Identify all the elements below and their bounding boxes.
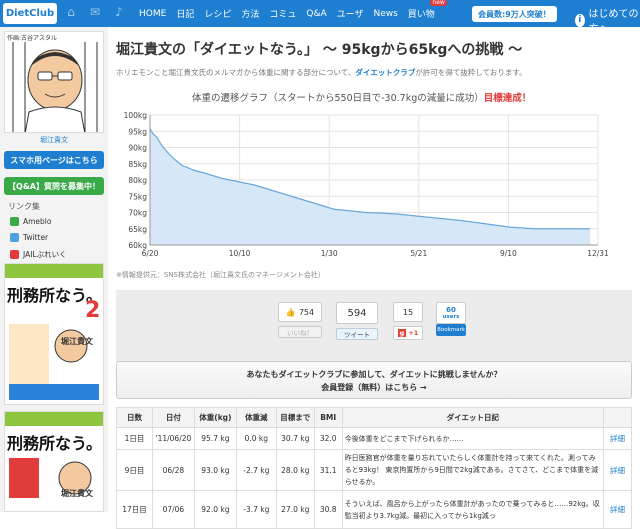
x-tick-label: 10/10: [229, 249, 251, 258]
nav-qa[interactable]: Q&A: [306, 9, 326, 19]
y-tick-label: 90kg: [128, 144, 147, 153]
google-plus-icon: g: [397, 329, 407, 337]
author-name-link[interactable]: 堀江貴文: [4, 135, 104, 145]
book-ad-prison-now[interactable]: 刑務所なう。 堀江貴文: [4, 411, 104, 512]
beginners-guide-link[interactable]: i はじめての方へ: [575, 5, 640, 35]
main-nav: HOME 日記 レシピ 方法 コミュ Q&A ユーザ News 買い物 new: [139, 0, 447, 27]
book-ad-prison-now-2[interactable]: 刑務所なう。 2 堀江貴文: [4, 263, 104, 405]
detail-link[interactable]: 詳細: [602, 449, 633, 491]
detail-link[interactable]: 詳細: [602, 427, 633, 450]
cartoon-face-illustration: [12, 42, 98, 132]
table-header-row: 日数 日付 体重(kg) 体重減 目標まで BMI ダイエット日記: [116, 407, 633, 428]
tweet-count: 594: [336, 302, 378, 324]
col-detail: [602, 407, 633, 428]
y-tick-label: 95kg: [128, 127, 147, 136]
page-subtitle: ホリエモンこと堀江貴文氏のメルマガから体重に関する部分について、ダイエットクラブ…: [116, 68, 527, 77]
facebook-like-button[interactable]: いいね！: [278, 326, 322, 338]
book2-cover-art: [9, 458, 92, 498]
hatena-bookmark-count: 60 users: [436, 302, 466, 324]
nav-recipe[interactable]: レシピ: [204, 7, 231, 20]
diet-diary-table: 日数 日付 体重(kg) 体重減 目標まで BMI ダイエット日記 1日目 '1…: [116, 407, 633, 529]
portrait-caption: 作画:古谷アスタル: [7, 35, 58, 42]
nav-news[interactable]: News: [373, 9, 397, 19]
top-navigation-bar: DietClub ⌂ ✉ ♪ HOME 日記 レシピ 方法 コミュ Q&A ユー…: [0, 0, 640, 35]
qa-question-button[interactable]: 【Q&A】質問を募集中！: [4, 177, 104, 195]
top-icons: ⌂ ✉ ♪: [62, 5, 128, 19]
dietclub-link[interactable]: ダイエットクラブ: [355, 68, 415, 77]
signup-call-to-action[interactable]: あなたもダイエットクラブに参加して、ダイエットに挑戦しませんか？ 会員登録（無料…: [116, 361, 632, 399]
y-tick-label: 80kg: [128, 176, 147, 185]
info-icon: i: [575, 13, 585, 27]
nav-shopping[interactable]: 買い物 new: [408, 0, 447, 20]
sidebar: 作画:古谷アスタル 堀江貴文 スマホ用ページはこちら 【Q&A】質問を募集中！ …: [0, 27, 108, 512]
book2-author: 堀江貴文: [61, 489, 93, 498]
cta-signup-link[interactable]: 会員登録（無料）はこちら →: [117, 382, 631, 393]
book1-author: 堀江貴文: [61, 337, 93, 346]
x-tick-label: 5/21: [410, 249, 427, 258]
dietclub-logo[interactable]: DietClub: [3, 3, 57, 24]
thumbs-up-icon: 👍: [285, 307, 296, 317]
table-row: 17日目 07/06 92.0 kg -3.7 kg 27.0 kg 30.8 …: [116, 490, 633, 529]
nav-home[interactable]: HOME: [139, 9, 166, 19]
link-ameblo[interactable]: Ameblo: [10, 217, 51, 226]
x-tick-label: 9/10: [500, 249, 517, 258]
chart-credit: ※情報提供元：SNS株式会社（堀江貴文氏のマネージメント会社）: [116, 271, 325, 279]
y-tick-label: 75kg: [128, 192, 147, 201]
link-twitter[interactable]: Twitter: [10, 233, 48, 242]
book-cover-band: [5, 412, 103, 426]
col-weight: 体重(kg): [193, 407, 237, 428]
col-to-goal: 目標まで: [275, 407, 315, 428]
col-diary: ダイエット日記: [341, 407, 604, 428]
bell-icon[interactable]: ♪: [110, 5, 128, 19]
x-tick-label: 12/31: [587, 249, 609, 258]
smartphone-page-button[interactable]: スマホ用ページはこちら: [4, 151, 104, 169]
new-badge: new: [430, 0, 447, 6]
guide-label: はじめての方へ: [588, 9, 639, 35]
google-plus-count: 15: [393, 302, 423, 322]
nav-diary[interactable]: 日記: [176, 7, 194, 20]
table-row: 1日目 '11/06/20 95.7 kg 0.0 kg 30.7 kg 32.…: [116, 427, 633, 450]
jail-break-icon: [10, 250, 19, 259]
x-tick-label: 6/20: [142, 249, 159, 258]
hatena-bookmark-button[interactable]: Bookmark: [436, 324, 466, 336]
book-cover-band: [5, 264, 103, 278]
link-jail-break[interactable]: JAILぶれいく: [10, 249, 67, 260]
nav-community[interactable]: コミュ: [269, 7, 296, 20]
col-day: 日数: [116, 407, 153, 428]
y-tick-label: 85kg: [128, 160, 147, 169]
col-bmi: BMI: [313, 407, 343, 428]
ameblo-icon: [10, 217, 19, 226]
table-row: 9日目 06/28 93.0 kg -2.7 kg 28.0 kg 31.1 昨…: [116, 449, 633, 491]
twitter-icon: [10, 233, 19, 242]
y-tick-label: 100kg: [124, 111, 148, 120]
chart-title: 体重の遷移グラフ（スタートから550日目で-30.7kgの減量に成功）目標達成！: [192, 93, 532, 104]
col-date: 日付: [151, 407, 195, 428]
nav-users[interactable]: ユーザ: [337, 7, 364, 20]
book2-title: 刑務所なう。: [7, 434, 103, 453]
home-icon[interactable]: ⌂: [62, 5, 80, 19]
chat-icon[interactable]: ✉: [86, 5, 104, 19]
nav-method[interactable]: 方法: [241, 7, 259, 20]
google-plus-button[interactable]: g +1: [393, 326, 423, 340]
author-portrait: 作画:古谷アスタル: [4, 31, 104, 133]
page-title: 堀江貴文の「ダイエットなう。」 〜 95kgから65kgへの挑戦 〜: [116, 42, 523, 58]
x-tick-label: 1/30: [321, 249, 338, 258]
book1-volume-number: 2: [85, 298, 101, 323]
cta-line1: あなたもダイエットクラブに参加して、ダイエットに挑戦しませんか？: [246, 370, 502, 379]
goal-achieved-label: 目標達成！: [483, 93, 532, 104]
links-heading: リンク集: [8, 202, 40, 211]
weight-transition-chart: 60kg65kg70kg75kg80kg85kg90kg95kg100kg6/2…: [124, 111, 609, 258]
y-tick-label: 65kg: [128, 225, 147, 234]
tweet-button[interactable]: ツイート: [336, 328, 378, 340]
detail-link[interactable]: 詳細: [602, 490, 633, 529]
y-tick-label: 70kg: [128, 209, 147, 218]
members-count-badge: 会員数:9万人突破！: [472, 6, 557, 22]
social-share-area: 👍 754 いいね！ 594 ツイート 15 g +1 60 users Book…: [116, 290, 632, 362]
col-weight-loss: 体重減: [235, 407, 277, 428]
facebook-like-count: 👍 754: [278, 302, 322, 322]
